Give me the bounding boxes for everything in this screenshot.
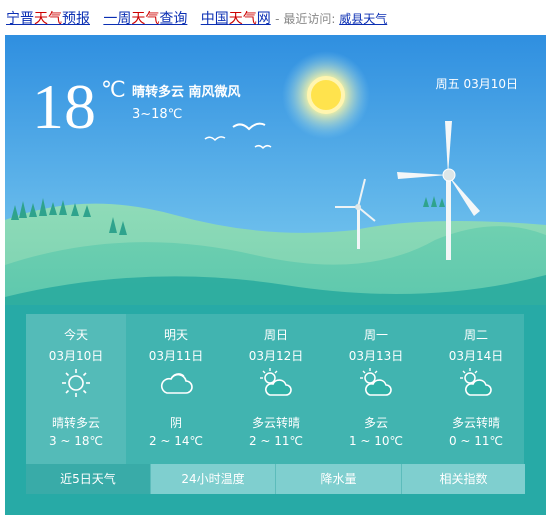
tab-indices[interactable]: 相关指数 bbox=[401, 464, 525, 494]
sun bbox=[307, 76, 345, 114]
day-name: 周二 bbox=[463, 328, 488, 342]
today-range: 3~18℃ bbox=[132, 107, 183, 122]
day-condition: 阴 bbox=[169, 416, 182, 430]
recent-city-link[interactable]: 威县天气 bbox=[339, 12, 387, 26]
forecast-day[interactable]: 周二 03月14日 多云转晴 0 ~ 11℃ bbox=[426, 314, 526, 464]
sun-icon bbox=[62, 369, 90, 397]
day-date: 03月13日 bbox=[348, 349, 404, 363]
weekly-weather-link[interactable]: 一周天气查询 bbox=[103, 11, 187, 27]
forecast-day[interactable]: 周日 03月12日 多云转晴 2 ~ 11℃ bbox=[226, 314, 326, 464]
day-condition: 多云转晴 bbox=[451, 416, 500, 430]
current-condition: 晴转多云 南风微风 bbox=[132, 85, 241, 100]
recent-visit-label: - 最近访问: bbox=[275, 12, 340, 26]
ningjin-forecast-link[interactable]: 宁晋天气预报 bbox=[6, 11, 90, 27]
partly-cloudy-icon bbox=[460, 368, 492, 396]
tab-24h-temperature[interactable]: 24小时温度 bbox=[150, 464, 275, 494]
day-date: 03月14日 bbox=[448, 349, 504, 363]
day-range: 2 ~ 11℃ bbox=[248, 434, 304, 448]
forecast-tabs: 近5日天气 24小时温度 降水量 相关指数 bbox=[26, 464, 525, 494]
day-name: 周日 bbox=[263, 328, 288, 342]
top-links-bar: 宁晋天气预报 一周天气查询 中国天气网 - 最近访问: 威县天气 bbox=[6, 8, 387, 30]
day-condition: 多云 bbox=[363, 416, 388, 430]
day-name: 周一 bbox=[363, 328, 388, 342]
forecast-strip: 今天 03月10日 晴转多云 3 ~ 18℃ 明天 03月11日 阴 2 ~ 1… bbox=[26, 314, 524, 464]
day-condition: 晴转多云 bbox=[51, 416, 100, 430]
day-range: 2 ~ 14℃ bbox=[148, 434, 204, 448]
day-range: 0 ~ 11℃ bbox=[448, 434, 504, 448]
day-date: 03月11日 bbox=[148, 349, 204, 363]
weather-panel: 18 ℃ 晴转多云 南风微风 3~18℃ 周五 03月10日 今天 03月10日… bbox=[5, 35, 546, 515]
current-date: 周五 03月10日 bbox=[435, 77, 518, 91]
tab-5day[interactable]: 近5日天气 bbox=[26, 464, 150, 494]
day-name: 明天 bbox=[163, 328, 188, 342]
partly-cloudy-icon bbox=[360, 368, 392, 396]
current-temperature: 18 bbox=[32, 71, 96, 142]
china-weather-link[interactable]: 中国天气网 bbox=[201, 11, 271, 27]
day-date: 03月12日 bbox=[248, 349, 304, 363]
day-range: 1 ~ 10℃ bbox=[348, 434, 404, 448]
day-condition: 多云转晴 bbox=[251, 416, 300, 430]
forecast-day[interactable]: 明天 03月11日 阴 2 ~ 14℃ bbox=[126, 314, 226, 464]
cloud-icon bbox=[160, 373, 193, 394]
forecast-day[interactable]: 周一 03月13日 多云 1 ~ 10℃ bbox=[326, 314, 426, 464]
partly-cloudy-icon bbox=[260, 368, 292, 396]
tab-precipitation[interactable]: 降水量 bbox=[275, 464, 401, 494]
day-date: 03月10日 bbox=[48, 349, 104, 363]
forecast-day[interactable]: 今天 03月10日 晴转多云 3 ~ 18℃ bbox=[26, 314, 126, 464]
temperature-unit: ℃ bbox=[101, 77, 126, 102]
day-range: 3 ~ 18℃ bbox=[48, 434, 104, 448]
day-name: 今天 bbox=[63, 328, 88, 342]
